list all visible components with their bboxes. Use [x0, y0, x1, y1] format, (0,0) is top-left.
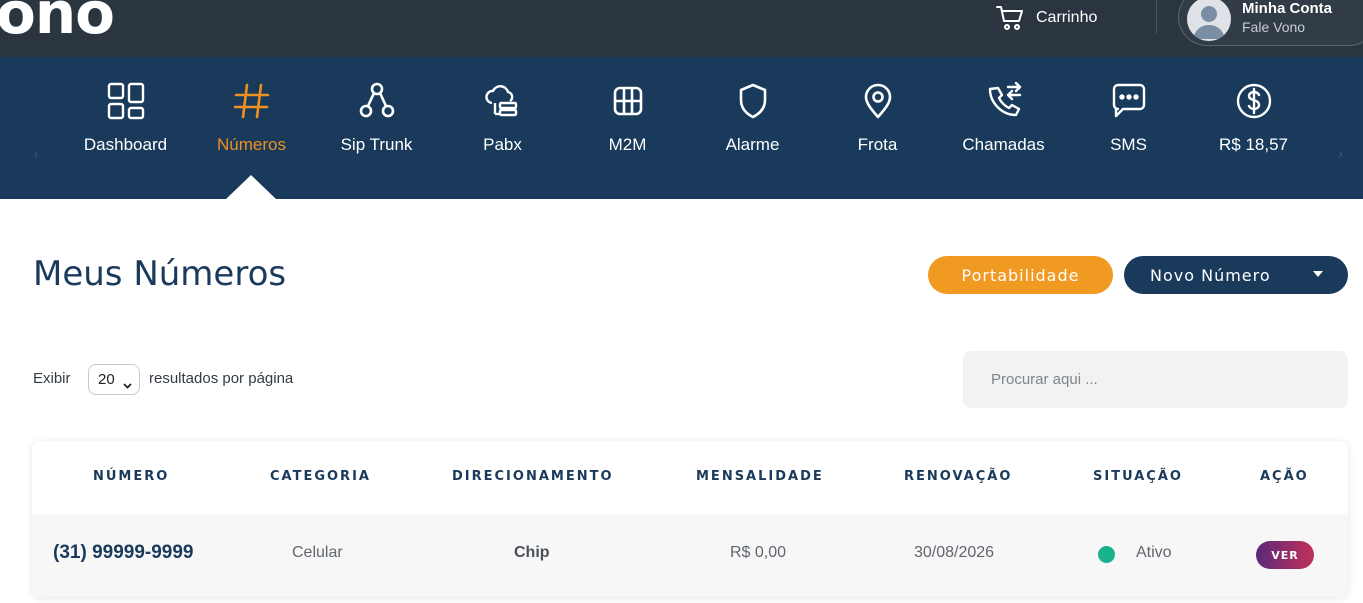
table-row: (31) 99999-9999 Celular Chip R$ 0,00 30/… — [32, 514, 1348, 597]
col-header-numero[interactable]: NÚMERO — [93, 469, 169, 484]
per-page-value: 20 — [98, 371, 115, 388]
cell-situacao: Ativo — [1136, 544, 1172, 561]
cell-renovacao: 30/08/2026 — [914, 544, 995, 561]
cell-numero: (31) 99999-9999 — [53, 542, 194, 563]
account-title: Minha Conta — [1242, 0, 1332, 17]
resultados-label: resultados por página — [149, 370, 294, 387]
col-header-mensalidade[interactable]: MENSALIDADE — [696, 469, 824, 484]
table-header: NÚMERO CATEGORIA DIRECIONAMENTO MENSALID… — [32, 441, 1348, 514]
nav-label-m2m: M2M — [608, 135, 647, 154]
nav-item-m2m[interactable]: M2M — [565, 57, 690, 177]
phone-calls-icon — [984, 81, 1024, 121]
nav-item-numeros[interactable]: Números — [189, 57, 314, 177]
status-active-dot — [1098, 546, 1115, 563]
avatar — [1187, 0, 1231, 41]
hash-icon — [232, 81, 272, 121]
ver-button[interactable]: VER — [1256, 541, 1314, 569]
sms-icon — [1109, 81, 1149, 121]
nav-label-alarme: Alarme — [725, 135, 780, 154]
nav-item-dashboard[interactable]: Dashboard — [63, 57, 188, 177]
nav-item-alarme[interactable]: Alarme — [690, 57, 815, 177]
top-divider — [1156, 0, 1157, 34]
nav-item-sip-trunk[interactable]: Sip Trunk — [314, 57, 439, 177]
logo-text: ono — [0, 0, 115, 47]
nav-label-saldo: R$ 18,57 — [1219, 135, 1288, 154]
nav-label-chamadas: Chamadas — [962, 135, 1045, 154]
active-nav-pointer — [226, 175, 276, 199]
nav-label-frota: Frota — [857, 135, 898, 154]
search-placeholder: Procurar aqui ... — [991, 371, 1098, 388]
cell-direcionamento: Chip — [514, 544, 550, 561]
account-subtitle: Fale Vono — [1242, 19, 1306, 35]
vono-logo[interactable]: ono — [0, 0, 115, 42]
nav-label-sms: SMS — [1110, 135, 1147, 154]
sip-trunk-icon — [357, 81, 397, 121]
exibir-label: Exibir — [33, 370, 71, 387]
nav-item-pabx[interactable]: Pabx — [440, 57, 565, 177]
col-header-acao: AÇÃO — [1260, 469, 1309, 484]
cell-mensalidade: R$ 0,00 — [730, 544, 787, 561]
pabx-icon — [483, 81, 523, 121]
top-bar: ono Carrinho Minha Conta Fale Vono — [0, 0, 1363, 57]
chevron-down-icon[interactable] — [1313, 271, 1323, 277]
cart-button[interactable]: Carrinho — [996, 4, 1097, 32]
page-title: Meus Números — [33, 254, 287, 294]
numbers-table: NÚMERO CATEGORIA DIRECIONAMENTO MENSALID… — [32, 441, 1348, 597]
nav-label-dashboard: Dashboard — [83, 135, 168, 154]
cart-label: Carrinho — [1036, 9, 1098, 26]
map-pin-icon — [858, 81, 898, 121]
dollar-icon — [1234, 81, 1274, 121]
nav-prev-arrow[interactable]: ‹ — [34, 145, 39, 161]
nav-item-chamadas[interactable]: Chamadas — [941, 57, 1066, 177]
per-page-select[interactable]: 20 — [88, 364, 140, 395]
shield-icon — [733, 81, 773, 121]
main-nav: ‹ › Dashboard Números Sip Trunk Pabx M2M… — [0, 57, 1363, 199]
cart-icon — [996, 4, 1026, 32]
nav-label-pabx: Pabx — [483, 135, 522, 154]
cell-categoria: Celular — [292, 544, 343, 561]
search-input[interactable]: Procurar aqui ... — [963, 351, 1348, 408]
col-header-renovacao[interactable]: RENOVAÇÃO — [904, 469, 1012, 484]
nav-item-frota[interactable]: Frota — [815, 57, 940, 177]
portabilidade-button[interactable]: Portabilidade — [928, 256, 1113, 294]
col-header-direcionamento[interactable]: DIRECIONAMENTO — [452, 469, 614, 484]
nav-next-arrow[interactable]: › — [1338, 145, 1343, 161]
nav-label-numeros: Números — [217, 135, 286, 154]
col-header-categoria[interactable]: CATEGORIA — [270, 469, 371, 484]
m2m-icon — [608, 81, 648, 121]
nav-label-sip-trunk: Sip Trunk — [340, 135, 413, 154]
nav-item-sms[interactable]: SMS — [1066, 57, 1191, 177]
account-menu[interactable]: Minha Conta Fale Vono — [1178, 0, 1363, 46]
col-header-situacao[interactable]: SITUAÇÃO — [1093, 469, 1183, 484]
nav-item-saldo[interactable]: R$ 18,57 — [1191, 57, 1316, 177]
dashboard-icon — [106, 81, 146, 121]
chevron-down-icon — [123, 376, 132, 393]
